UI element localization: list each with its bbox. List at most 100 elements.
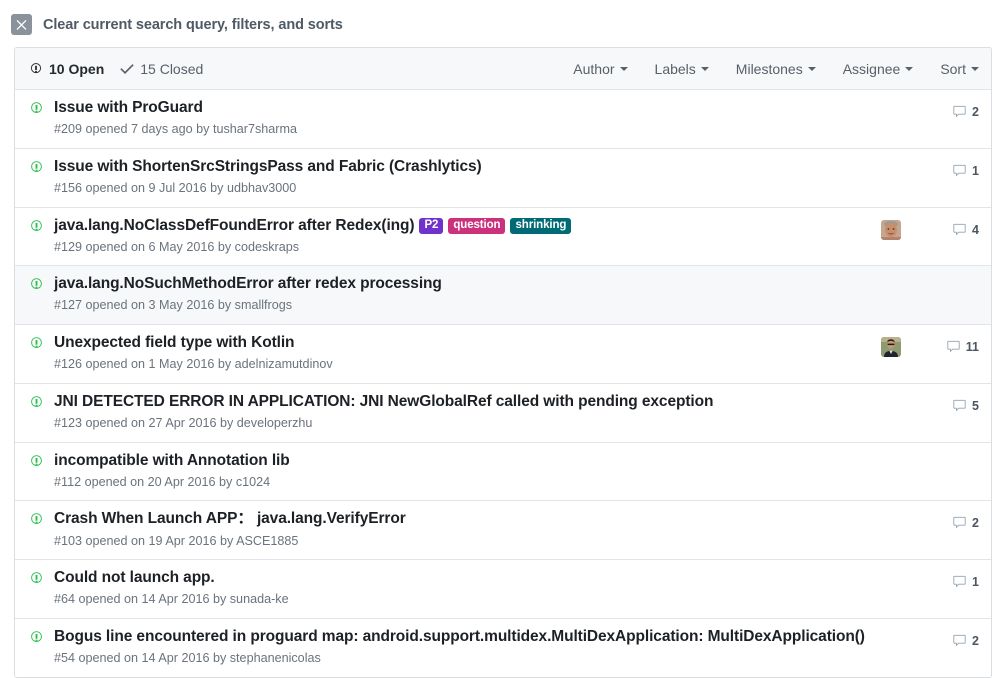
issue-title-link[interactable]: Crash When Launch APP： java.lang.VerifyE… xyxy=(54,510,406,527)
comment-icon xyxy=(952,575,967,589)
filter-open-issues[interactable]: 10 Open xyxy=(29,61,104,77)
avatar[interactable] xyxy=(881,337,901,357)
issue-title-link[interactable]: Could not launch app. xyxy=(54,569,215,586)
issue-row-right: 1 xyxy=(881,157,979,183)
issue-title-link[interactable]: JNI DETECTED ERROR IN APPLICATION: JNI N… xyxy=(54,393,713,410)
issue-opened-icon xyxy=(29,333,44,354)
issue-row[interactable]: incompatible with Annotation lib #112 ope… xyxy=(15,442,991,501)
issue-opened-icon xyxy=(29,451,44,472)
issue-meta: #129 opened on 6 May 2016 by codeskraps xyxy=(54,239,873,257)
issue-opened-icon xyxy=(29,98,44,119)
comment-count: 1 xyxy=(972,164,979,178)
comment-count-link[interactable]: 5 xyxy=(933,399,979,413)
issue-title-link[interactable]: Issue with ProGuard xyxy=(54,99,203,116)
chevron-down-icon xyxy=(971,67,979,71)
issue-title: Could not launch app. xyxy=(54,568,873,588)
chevron-down-icon xyxy=(905,67,913,71)
comment-count-link[interactable]: 2 xyxy=(933,105,979,119)
issue-meta: #126 opened on 1 May 2016 by adelnizamut… xyxy=(54,356,873,374)
issue-content: Unexpected field type with Kotlin #126 op… xyxy=(54,333,881,374)
filter-closed-label: 15 Closed xyxy=(140,61,203,77)
issue-row[interactable]: JNI DETECTED ERROR IN APPLICATION: JNI N… xyxy=(15,383,991,442)
comment-icon xyxy=(946,340,961,354)
issue-title: Unexpected field type with Kotlin xyxy=(54,333,873,353)
issue-row[interactable]: java.lang.NoSuchMethodError after redex … xyxy=(15,265,991,324)
comment-count: 5 xyxy=(972,399,979,413)
issue-meta: #54 opened on 14 Apr 2016 by stephanenic… xyxy=(54,650,873,668)
comment-icon xyxy=(952,399,967,413)
issue-title-link[interactable]: Bogus line encountered in proguard map: … xyxy=(54,628,865,645)
issue-labels: P2 question shrinking xyxy=(414,217,571,234)
issue-title-link[interactable]: incompatible with Annotation lib xyxy=(54,452,290,469)
state-filters: 10 Open 15 Closed xyxy=(29,61,203,77)
menu-assignee-label: Assignee xyxy=(843,61,901,77)
issue-content: Issue with ShortenSrcStringsPass and Fab… xyxy=(54,157,881,198)
issue-title-link[interactable]: Issue with ShortenSrcStringsPass and Fab… xyxy=(54,158,482,175)
header-filter-menus: Author Labels Milestones Assignee Sort xyxy=(573,61,979,77)
issue-row[interactable]: Could not launch app. #64 opened on 14 Ap… xyxy=(15,559,991,618)
comment-icon xyxy=(952,634,967,648)
issue-meta: #64 opened on 14 Apr 2016 by sunada-ke xyxy=(54,591,873,609)
menu-assignee[interactable]: Assignee xyxy=(843,61,914,77)
issue-content: Issue with ProGuard #209 opened 7 days ag… xyxy=(54,98,881,139)
comment-count-link[interactable]: 2 xyxy=(933,634,979,648)
filter-closed-issues[interactable]: 15 Closed xyxy=(120,61,203,77)
comment-count-link[interactable]: 2 xyxy=(933,516,979,530)
label-chip[interactable]: question xyxy=(448,218,505,235)
issue-opened-icon xyxy=(29,274,44,295)
issue-row-right: 2 xyxy=(881,98,979,124)
comment-icon xyxy=(952,223,967,237)
comment-count-link[interactable]: 1 xyxy=(933,575,979,589)
issue-row-right: 2 xyxy=(881,509,979,535)
comment-count-link[interactable]: 1 xyxy=(933,164,979,178)
issue-row[interactable]: Crash When Launch APP： java.lang.VerifyE… xyxy=(15,500,991,559)
issue-row-right: 4 xyxy=(881,216,979,242)
menu-author[interactable]: Author xyxy=(573,61,627,77)
issue-row-right xyxy=(881,451,979,477)
issue-row[interactable]: Bogus line encountered in proguard map: … xyxy=(15,618,991,677)
issue-content: incompatible with Annotation lib #112 ope… xyxy=(54,451,881,492)
issue-content: JNI DETECTED ERROR IN APPLICATION: JNI N… xyxy=(54,392,881,433)
issue-row-right: 2 xyxy=(881,627,979,653)
issue-row-right xyxy=(881,274,979,300)
comment-count-link[interactable]: 11 xyxy=(933,340,979,354)
issue-content: Crash When Launch APP： java.lang.VerifyE… xyxy=(54,509,881,550)
comment-count: 4 xyxy=(972,223,979,237)
check-icon xyxy=(120,62,134,76)
issue-meta: #209 opened 7 days ago by tushar7sharma xyxy=(54,121,873,139)
issues-list-container: 10 Open 15 Closed Author Labels xyxy=(14,47,992,678)
comment-count: 2 xyxy=(972,105,979,119)
issue-meta: #123 opened on 27 Apr 2016 by developerz… xyxy=(54,415,873,433)
clear-search-bar[interactable]: Clear current search query, filters, and… xyxy=(0,0,1006,47)
avatar[interactable] xyxy=(881,220,901,240)
issue-row[interactable]: Issue with ShortenSrcStringsPass and Fab… xyxy=(15,148,991,207)
issue-meta: #156 opened on 9 Jul 2016 by udbhav3000 xyxy=(54,180,873,198)
issue-row[interactable]: Issue with ProGuard #209 opened 7 days ag… xyxy=(15,90,991,148)
menu-author-label: Author xyxy=(573,61,614,77)
issue-opened-icon xyxy=(29,509,44,530)
issue-content: java.lang.NoSuchMethodError after redex … xyxy=(54,274,881,315)
issue-title-link[interactable]: java.lang.NoSuchMethodError after redex … xyxy=(54,275,442,292)
issue-opened-icon xyxy=(29,627,44,648)
menu-labels[interactable]: Labels xyxy=(655,61,709,77)
comment-count-link[interactable]: 4 xyxy=(933,223,979,237)
issue-meta: #127 opened on 3 May 2016 by smallfrogs xyxy=(54,297,873,315)
issue-row-right: 1 xyxy=(881,568,979,594)
label-chip[interactable]: P2 xyxy=(419,218,443,235)
issue-row[interactable]: Unexpected field type with Kotlin #126 op… xyxy=(15,324,991,383)
label-chip[interactable]: shrinking xyxy=(510,218,571,235)
issue-row[interactable]: java.lang.NoClassDefFoundError after Red… xyxy=(15,207,991,266)
menu-sort[interactable]: Sort xyxy=(940,61,979,77)
clear-search-label: Clear current search query, filters, and… xyxy=(43,17,343,33)
issue-meta: #112 opened on 20 Apr 2016 by c1024 xyxy=(54,474,873,492)
issue-row-right: 5 xyxy=(881,392,979,418)
comment-count: 1 xyxy=(972,575,979,589)
issue-title-link[interactable]: java.lang.NoClassDefFoundError after Red… xyxy=(54,217,414,234)
comment-icon xyxy=(952,516,967,530)
issue-title: Issue with ProGuard xyxy=(54,98,873,118)
menu-labels-label: Labels xyxy=(655,61,696,77)
comment-icon xyxy=(952,105,967,119)
menu-milestones[interactable]: Milestones xyxy=(736,61,816,77)
issue-title-link[interactable]: Unexpected field type with Kotlin xyxy=(54,334,294,351)
close-icon[interactable] xyxy=(11,14,32,35)
